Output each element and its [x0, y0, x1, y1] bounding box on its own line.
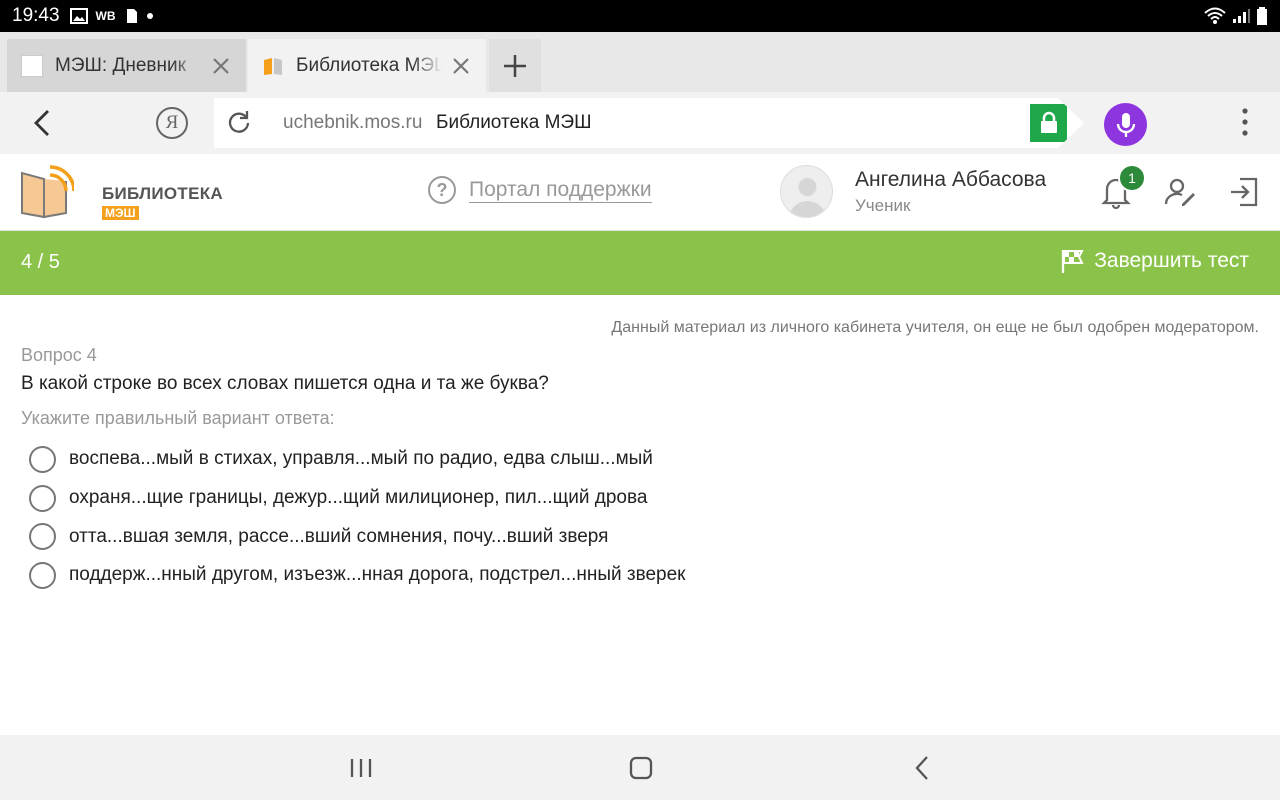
- url-page-title: Библиотека МЭШ: [436, 112, 592, 133]
- status-time: 19:43: [12, 5, 60, 26]
- finish-test-button[interactable]: Завершить тест: [1060, 248, 1249, 274]
- answer-hint: Укажите правильный вариант ответа:: [21, 408, 335, 428]
- library-logo[interactable]: БИБЛИОТЕКА МЭШ: [20, 165, 223, 220]
- yandex-icon: Я: [165, 112, 179, 133]
- yandex-button[interactable]: Я: [156, 107, 188, 139]
- browser-tab-strip: МЭШ: Дневник Библиотека МЭШ: [0, 32, 1280, 92]
- close-icon[interactable]: [450, 55, 472, 77]
- tab-mesh-diary[interactable]: МЭШ: Дневник: [7, 39, 246, 92]
- test-progress-bar: 4 / 5 Завершить тест: [0, 231, 1280, 295]
- wb-label: WB: [95, 9, 116, 23]
- edit-profile-icon[interactable]: [1164, 176, 1196, 208]
- dot-icon: [146, 13, 153, 19]
- system-back-button[interactable]: [902, 750, 942, 786]
- tab-title: МЭШ: Дневник: [55, 54, 186, 76]
- question-number: Вопрос 4: [21, 345, 97, 365]
- reload-icon[interactable]: [224, 108, 254, 138]
- help-icon: ?: [428, 176, 456, 204]
- image-icon: [69, 8, 88, 24]
- radio-button[interactable]: [29, 561, 56, 589]
- logo-title: БИБЛИОТЕКА: [102, 184, 223, 203]
- chevron-left-icon: [34, 110, 49, 136]
- close-icon[interactable]: [210, 55, 232, 77]
- radio-button[interactable]: [29, 523, 56, 551]
- open-book-logo-icon: [21, 165, 74, 219]
- home-button[interactable]: [621, 750, 661, 786]
- radio-button[interactable]: [29, 445, 56, 473]
- new-tab-button[interactable]: [489, 39, 541, 92]
- battery-icon: [1257, 7, 1267, 25]
- more-vertical-icon: [1242, 108, 1248, 136]
- plus-icon: [504, 54, 526, 77]
- question-progress: 4 / 5: [21, 251, 60, 273]
- answer-option-text[interactable]: поддерж...нный другом, изъезж...нная дор…: [69, 564, 686, 586]
- user-name[interactable]: Ангелина Аббасова: [855, 168, 1046, 192]
- back-button[interactable]: [22, 103, 62, 143]
- answer-option[interactable]: отта...вшая земля, рассе...вший сомнения…: [29, 517, 686, 556]
- answer-option[interactable]: охраня...щие границы, дежур...щий милици…: [29, 479, 686, 518]
- radio-button[interactable]: [29, 484, 56, 512]
- answer-option[interactable]: воспева...мый в стихах, управля...мый по…: [29, 440, 686, 479]
- answer-option-text[interactable]: охраня...щие границы, дежур...щий милици…: [69, 487, 647, 509]
- question-text: В какой строке во всех словах пишется од…: [21, 373, 549, 394]
- answer-option-text[interactable]: отта...вшая земля, рассе...вший сомнения…: [69, 526, 608, 548]
- signal-icon: [1233, 9, 1250, 23]
- avatar[interactable]: [780, 165, 833, 218]
- recent-apps-icon: [350, 759, 372, 777]
- home-icon: [629, 756, 653, 780]
- notification-badge: 1: [1118, 164, 1146, 192]
- answer-option[interactable]: поддерж...нный другом, изъезж...нная дор…: [29, 556, 686, 595]
- sim-icon: [126, 9, 137, 23]
- lock-icon[interactable]: [1030, 104, 1067, 142]
- chevron-left-icon: [915, 756, 928, 780]
- moderation-notice: Данный материал из личного кабинета учит…: [611, 319, 1259, 336]
- answer-option-text[interactable]: воспева...мый в стихах, управля...мый по…: [69, 448, 653, 470]
- voice-search-button[interactable]: [1104, 103, 1147, 146]
- logout-icon[interactable]: [1228, 176, 1260, 208]
- microphone-icon: [1116, 112, 1135, 137]
- recent-apps-button[interactable]: [341, 750, 381, 786]
- browser-menu-button[interactable]: [1226, 103, 1266, 143]
- checkered-flag-icon: [1062, 250, 1084, 273]
- user-role: Ученик: [855, 196, 911, 215]
- finish-test-label: Завершить тест: [1094, 249, 1249, 272]
- url-domain: uchebnik.mos.ru: [283, 112, 423, 133]
- tab-mesh-library[interactable]: Библиотека МЭШ: [248, 39, 486, 92]
- logo-text: БИБЛИОТЕКА МЭШ: [102, 184, 223, 222]
- answer-options: воспева...мый в стихах, управля...мый по…: [29, 440, 686, 595]
- question-panel: Данный материал из личного кабинета учит…: [0, 295, 1280, 735]
- status-bar: 19:43 WB: [0, 0, 1280, 32]
- support-portal-link[interactable]: Портал поддержки: [469, 178, 652, 203]
- blank-page-icon: [21, 54, 43, 77]
- wifi-icon: [1204, 7, 1226, 24]
- address-bar[interactable]: uchebnik.mos.ru Библиотека МЭШ: [214, 98, 1084, 148]
- system-navigation-bar: [0, 735, 1280, 800]
- site-header: БИБЛИОТЕКА МЭШ ? Портал поддержки Ангели…: [0, 154, 1280, 231]
- tab-title: Библиотека МЭШ: [296, 54, 442, 76]
- logo-subtitle: МЭШ: [102, 206, 139, 220]
- book-icon: [264, 57, 282, 75]
- browser-toolbar: Я uchebnik.mos.ru Библиотека МЭШ: [0, 92, 1280, 154]
- support-portal[interactable]: ? Портал поддержки: [428, 176, 652, 204]
